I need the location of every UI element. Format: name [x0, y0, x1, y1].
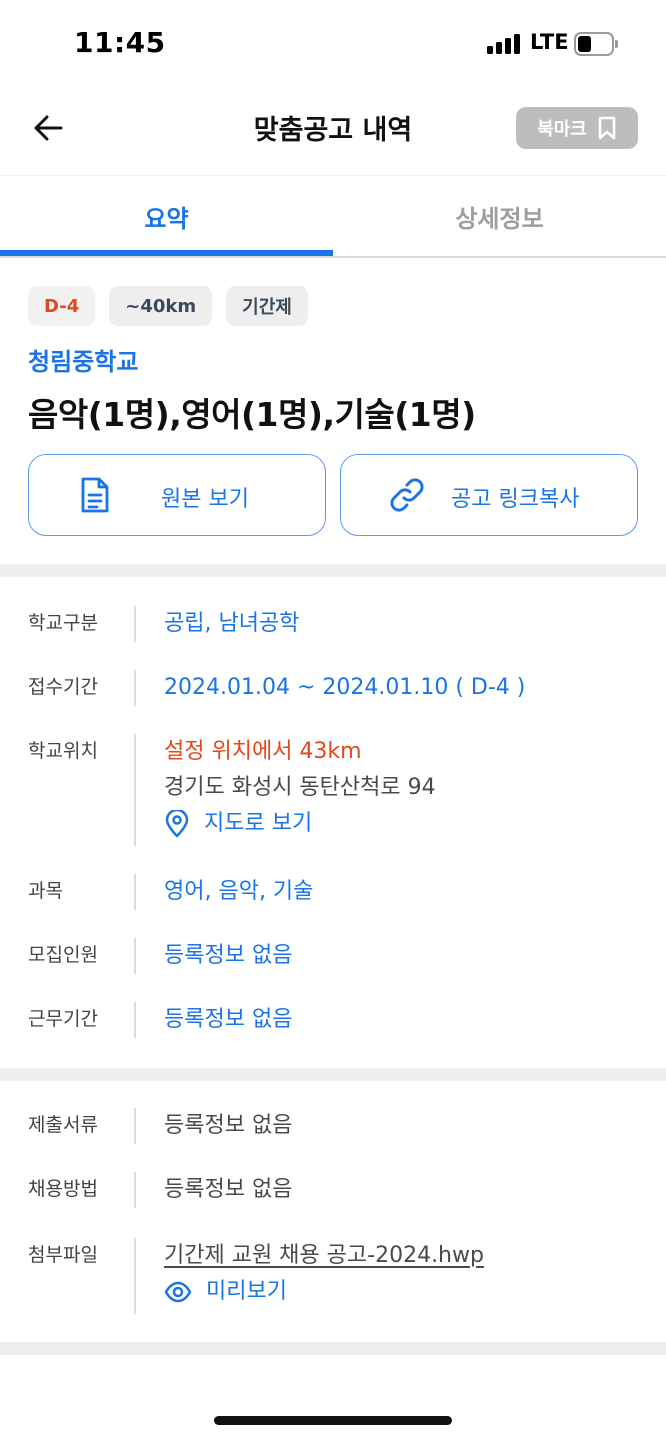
eye-icon	[164, 1281, 192, 1303]
work-period-value: 등록정보 없음	[164, 1007, 293, 1032]
info-label: 학교구분	[28, 612, 98, 634]
info-row-reception: 접수기간 2024.01.04 ~ 2024.01.10 ( D-4 )	[0, 670, 666, 706]
document-icon	[75, 475, 115, 515]
info-row-subjects: 과목 영어, 음악, 기술	[0, 874, 666, 910]
info-separator	[134, 670, 136, 706]
preview-link[interactable]: 미리보기	[164, 1274, 484, 1310]
status-bar: 11:45 LTE	[0, 0, 666, 90]
reception-period-value: 2024.01.04 ~ 2024.01.10 ( D-4 )	[164, 675, 526, 700]
info-row-recruits: 모집인원 등록정보 없음	[0, 938, 666, 974]
distance-text: 설정 위치에서 43km	[164, 739, 362, 764]
section-divider	[0, 1342, 666, 1355]
info-label: 채용방법	[28, 1178, 98, 1200]
dday-chip: D-4	[28, 286, 96, 326]
section-divider	[0, 1068, 666, 1081]
battery-icon	[574, 32, 618, 56]
info-label: 접수기간	[28, 676, 98, 698]
tab-summary[interactable]: 요약	[0, 176, 333, 256]
job-title: 음악(1명),영어(1명),기술(1명)	[28, 395, 476, 434]
view-original-label: 원본 보기	[161, 487, 249, 512]
info-label: 근무기간	[28, 1008, 98, 1030]
status-time: 11:45	[74, 26, 166, 59]
bookmark-label: 북마크	[537, 119, 587, 140]
address-text: 경기도 화성시 동탄산척로 94	[164, 775, 436, 800]
chip-list: D-4 ~40km 기간제	[28, 286, 308, 326]
info-row-work-period: 근무기간 등록정보 없음	[0, 1002, 666, 1038]
home-indicator[interactable]	[214, 1416, 452, 1425]
view-original-button[interactable]: 원본 보기	[28, 454, 326, 536]
location-value: 설정 위치에서 43km 경기도 화성시 동탄산척로 94 지도로 보기	[164, 734, 436, 842]
documents-value: 등록정보 없음	[164, 1113, 293, 1138]
attachment-file-link[interactable]: 기간제 교원 채용 공고-2024.hwp	[164, 1238, 484, 1274]
recruits-value: 등록정보 없음	[164, 943, 293, 968]
info-label: 학교위치	[28, 740, 98, 762]
info-separator	[134, 734, 136, 846]
info-row-location: 학교위치 설정 위치에서 43km 경기도 화성시 동탄산척로 94 지도로 보…	[0, 734, 666, 846]
attachment-value: 기간제 교원 채용 공고-2024.hwp 미리보기	[164, 1238, 484, 1310]
section-divider	[0, 564, 666, 577]
info-separator	[134, 1108, 136, 1144]
info-label: 과목	[28, 880, 63, 902]
info-row-attachment: 첨부파일 기간제 교원 채용 공고-2024.hwp 미리보기	[0, 1238, 666, 1314]
info-label: 모집인원	[28, 944, 98, 966]
subjects-value: 영어, 음악, 기술	[164, 879, 314, 904]
info-separator	[134, 938, 136, 974]
preview-label: 미리보기	[206, 1279, 287, 1304]
copy-link-label: 공고 링크복사	[451, 487, 580, 512]
info-separator	[134, 606, 136, 642]
employment-type-chip: 기간제	[226, 286, 308, 326]
info-separator	[134, 874, 136, 910]
bookmark-icon	[598, 116, 616, 140]
info-label: 첨부파일	[28, 1244, 98, 1266]
active-tab-indicator	[0, 250, 333, 256]
tab-detail[interactable]: 상세정보	[333, 176, 666, 256]
info-separator	[134, 1002, 136, 1038]
school-type-value: 공립, 남녀공학	[164, 611, 300, 636]
school-name: 청림중학교	[28, 348, 139, 376]
summary-section: D-4 ~40km 기간제 청림중학교 음악(1명),영어(1명),기술(1명)…	[0, 258, 666, 564]
copy-link-button[interactable]: 공고 링크복사	[340, 454, 638, 536]
tab-bar: 요약 상세정보	[0, 176, 666, 258]
info-row-hiring-method: 채용방법 등록정보 없음	[0, 1172, 666, 1208]
signal-icon	[487, 34, 521, 54]
info-label: 제출서류	[28, 1114, 98, 1136]
map-link[interactable]: 지도로 보기	[164, 806, 436, 842]
info-separator	[134, 1238, 136, 1314]
info-row-school-type: 학교구분 공립, 남녀공학	[0, 606, 666, 642]
info-separator	[134, 1172, 136, 1208]
distance-chip: ~40km	[109, 286, 213, 326]
app-header: 맞춤공고 내역 북마크	[0, 90, 666, 176]
link-icon	[387, 475, 427, 515]
hiring-method-value: 등록정보 없음	[164, 1177, 293, 1202]
info-row-documents: 제출서류 등록정보 없음	[0, 1108, 666, 1144]
location-pin-icon	[165, 810, 189, 838]
network-label: LTE	[530, 30, 569, 54]
bookmark-button[interactable]: 북마크	[516, 107, 638, 149]
map-link-label: 지도로 보기	[204, 811, 313, 836]
